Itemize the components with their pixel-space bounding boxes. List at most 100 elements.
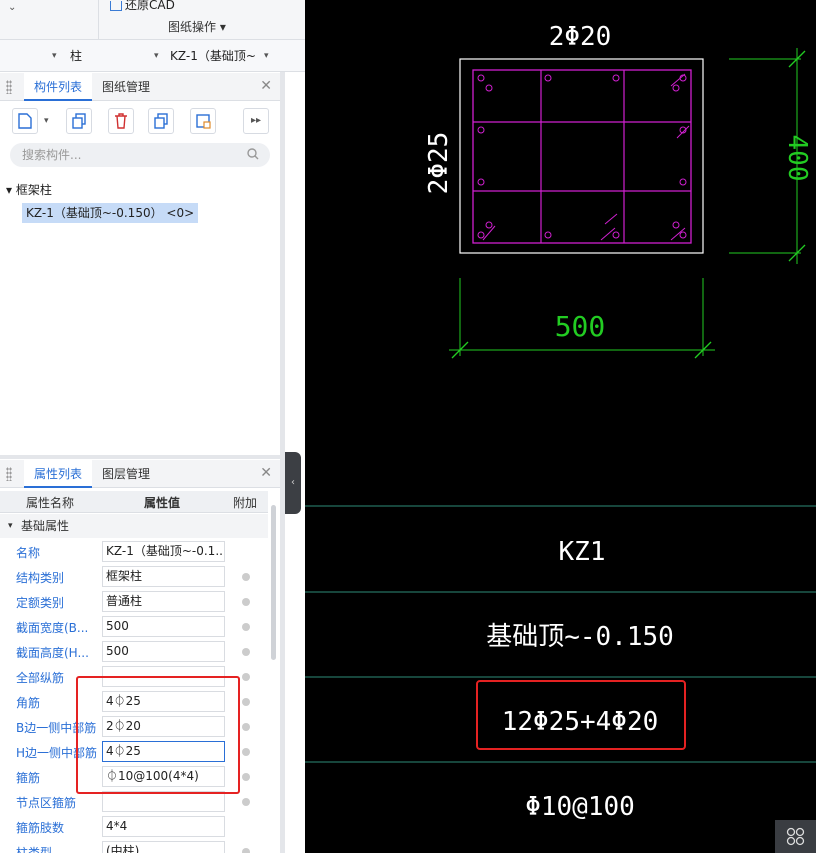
property-value-field[interactable]: 2⏀20 [102,716,225,737]
grid-view-icon [786,827,805,846]
table-row: 柱类型 (中柱) [0,839,268,853]
chevron-down-icon[interactable]: ▾ [44,116,49,126]
copy-icon [72,113,86,129]
drag-grip-icon[interactable] [6,80,12,94]
drag-grip-icon[interactable] [6,467,12,481]
element-select[interactable]: KZ-1（基础顶~ [170,46,256,66]
cad-drawing[interactable]: 2Φ20 2Φ25 400 500 KZ1 基础顶~-0.150 12Φ25+4… [305,0,816,853]
rebar-dot [477,178,485,186]
restore-cad-button[interactable]: 还原CAD [110,0,175,13]
col-property-value: 属性值 [144,496,181,510]
col-extra: 附加 [233,496,258,510]
tree-item-kz1[interactable]: KZ-1（基础顶~-0.150） <0> [22,203,199,223]
extra-checkbox[interactable] [242,798,250,806]
tab-layer-management[interactable]: 图层管理 [92,460,160,488]
rebar-dot [544,231,552,239]
property-scrollbar[interactable] [271,505,276,660]
property-name: 全部纵筋 [16,671,65,685]
tree-group-frame-column[interactable]: ▾ 框架柱 [6,181,52,198]
tab-drawing-management[interactable]: 图纸管理 [92,73,160,101]
drawing-operations-menu[interactable]: 图纸操作 ▾ [168,18,226,35]
extra-checkbox[interactable] [242,723,250,731]
extra-checkbox[interactable] [242,673,250,681]
property-value-field[interactable]: 框架柱 [102,566,225,587]
property-value-field[interactable]: 500 [102,641,225,662]
close-icon[interactable]: ✕ [260,78,272,94]
rebar-dot [672,221,680,229]
table-row: H边一侧中部筋 4⏀25 [0,739,268,764]
property-value-field[interactable]: (中柱) [102,841,225,853]
collapse-panel-button[interactable]: ‹ [285,452,301,514]
duplicate-layer-button[interactable] [148,108,174,134]
stirrup-hook [670,73,686,87]
property-panel-header: 属性列表 图层管理 ✕ [0,460,280,488]
property-name: 截面高度(H... [16,646,89,660]
stirrup-outer [472,69,692,244]
left-panel: ⌄ 还原CAD 图纸操作 ▾ ▾ 柱 ▾ KZ-1（基础顶~ ▾ 构件列表 图纸… [0,0,305,853]
property-name: 节点区箍筋 [16,796,77,810]
top-rebar-label: 2Φ20 [549,22,612,52]
view-options-button[interactable] [775,820,816,853]
property-value-field[interactable]: 4*4 [102,816,225,837]
extra-checkbox[interactable] [242,748,250,756]
table-row: 名称 KZ-1（基础顶~-0.1... [0,539,268,564]
table-row: 角筋 4⏀25 [0,689,268,714]
property-value-field[interactable] [102,666,225,687]
cad-canvas[interactable]: 2Φ20 2Φ25 400 500 KZ1 基础顶~-0.150 12Φ25+4… [305,0,816,853]
property-name: 柱类型 [16,846,53,853]
tab-component-list[interactable]: 构件列表 [24,73,93,101]
chevron-down-icon[interactable]: ▾ [8,514,13,538]
extra-checkbox[interactable] [242,848,250,853]
rebar-dot [679,178,687,186]
extra-checkbox[interactable] [242,773,250,781]
property-name: H边一侧中部筋 [16,746,98,760]
property-value-field[interactable]: KZ-1（基础顶~-0.1... [102,541,225,562]
stirrup-hook [676,125,690,139]
extra-checkbox[interactable] [242,623,250,631]
rebar-dot [485,84,493,92]
close-icon[interactable]: ✕ [260,465,272,481]
property-name: 结构类别 [16,571,65,585]
property-group-basic[interactable]: ▾ 基础属性 [0,514,268,538]
search-icon[interactable] [246,147,260,161]
type-select[interactable]: 柱 [70,46,82,66]
column-main-rebar-label: 12Φ25+4Φ20 [502,707,659,737]
extra-checkbox[interactable] [242,573,250,581]
property-value-field[interactable]: ⏀10@100(4*4) [102,766,225,787]
ribbon-dropdown-caret[interactable]: ⌄ [8,2,16,13]
new-file-icon [18,113,32,129]
extra-checkbox[interactable] [242,698,250,706]
ribbon-separator [98,0,99,40]
delete-component-button[interactable] [108,108,134,134]
rebar-dot [612,231,620,239]
property-value-field[interactable]: 4⏀25 [102,741,225,762]
property-value-field[interactable]: 4⏀25 [102,691,225,712]
search-input[interactable] [10,143,270,167]
tab-property-list[interactable]: 属性列表 [24,460,93,488]
trash-icon [115,113,127,129]
property-name: 截面宽度(B... [16,621,89,635]
column-stirrup-label: Φ10@100 [525,792,635,822]
property-value-field[interactable]: 500 [102,616,225,637]
rebar-dot [544,74,552,82]
new-component-button[interactable] [12,108,38,134]
selector-bar: ▾ 柱 ▾ KZ-1（基础顶~ ▾ [0,40,305,72]
side-rebar-label: 2Φ25 [424,132,454,195]
table-row: 截面宽度(B... 500 [0,614,268,639]
save-component-button[interactable] [190,108,216,134]
property-value-field[interactable] [102,791,225,812]
ribbon: ⌄ 还原CAD 图纸操作 ▾ [0,0,305,40]
panel-divider[interactable] [0,455,280,459]
property-value-field[interactable]: 普通柱 [102,591,225,612]
chevron-down-icon[interactable]: ▾ [52,46,57,66]
chevron-down-icon[interactable]: ▾ [154,46,159,66]
extra-checkbox[interactable] [242,648,250,656]
extra-checkbox[interactable] [242,598,250,606]
table-row: 箍筋 ⏀10@100(4*4) [0,764,268,789]
property-name: 名称 [16,546,41,560]
property-grid-header: 属性名称 属性值 附加 [0,491,268,513]
chevron-down-icon[interactable]: ▾ [264,46,269,66]
table-row: 节点区箍筋 [0,789,268,814]
more-tools-button[interactable]: ▸▸ [243,108,269,134]
copy-component-button[interactable] [66,108,92,134]
